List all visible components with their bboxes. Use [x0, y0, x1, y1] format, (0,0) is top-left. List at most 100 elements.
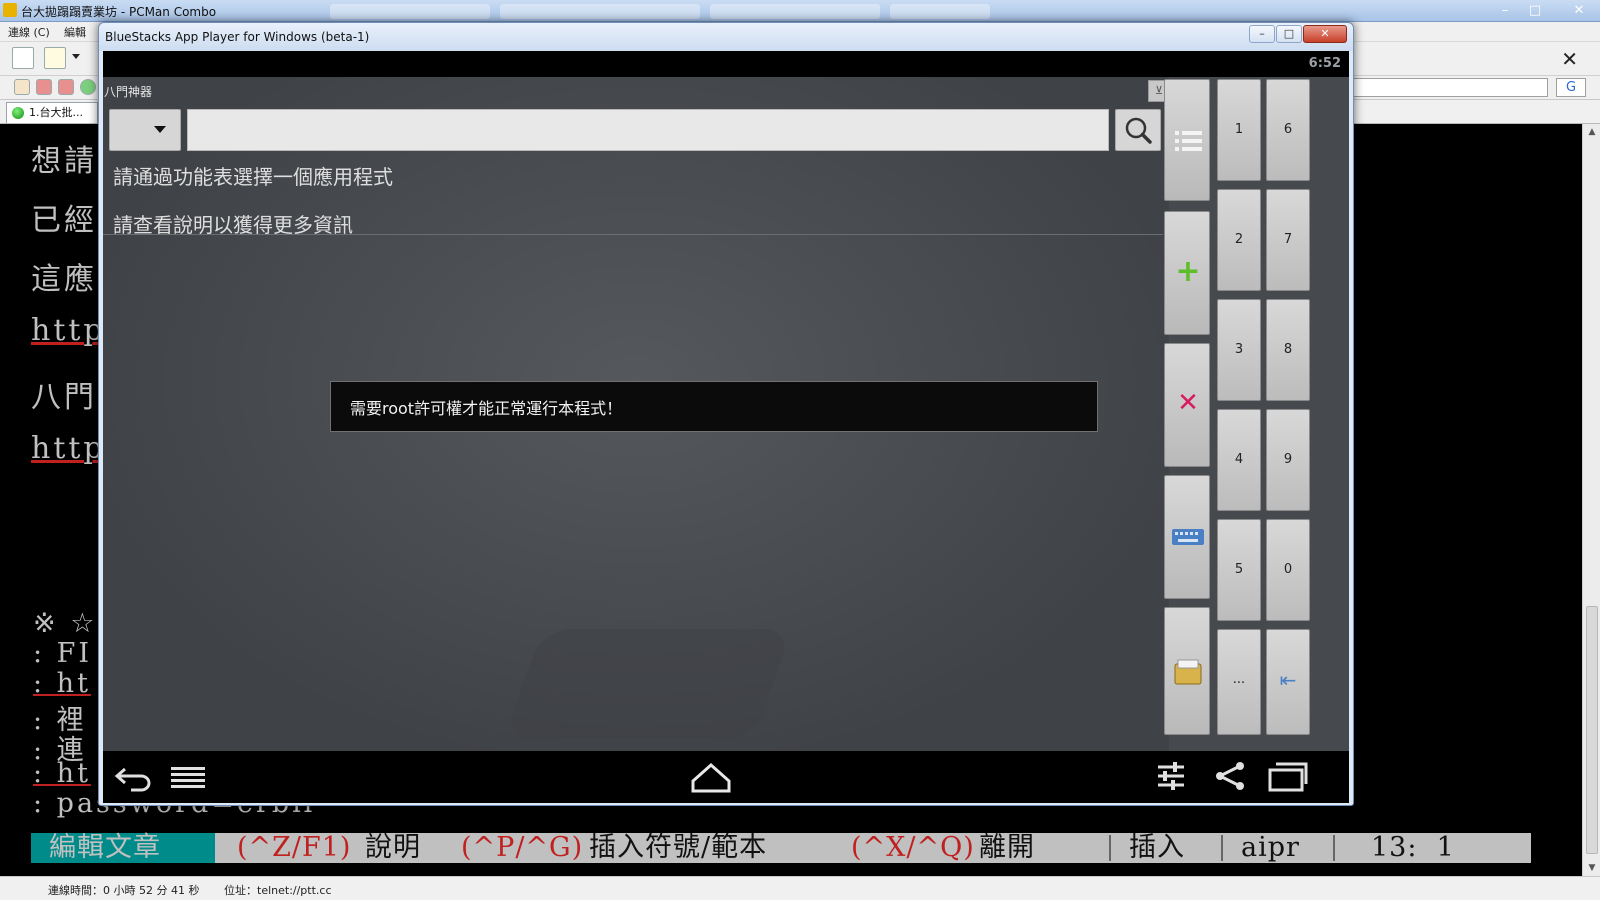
scroll-down-icon[interactable]: ▼ — [1583, 860, 1600, 876]
numpad-key-left-2[interactable]: 3 — [1217, 299, 1261, 401]
terminal-scrollbar[interactable]: ▲ ▼ — [1582, 124, 1600, 876]
pcman-app-icon — [3, 3, 17, 17]
new-connection-icon[interactable] — [44, 47, 66, 69]
numpad-key-right-0[interactable]: 6 — [1266, 79, 1310, 181]
connect-time: 連線時間：0 小時 52 分 41 秒 — [48, 884, 200, 897]
recent-apps-icon[interactable] — [1267, 760, 1309, 792]
numpad-key-left-4[interactable]: 5 — [1217, 519, 1261, 621]
pcman-titlebar: 台大拋蹋蹋賣業坊 - PCMan Combo – □ ✕ — [0, 0, 1600, 22]
scrollbar-thumb[interactable] — [1586, 606, 1598, 854]
chevron-down-icon[interactable] — [72, 54, 80, 59]
numpad-key-left-5[interactable]: ... — [1217, 629, 1261, 735]
back-icon[interactable] — [111, 761, 155, 793]
search-button[interactable] — [1115, 109, 1161, 151]
terminal-line: 想請 — [31, 144, 97, 179]
menu-edit[interactable]: 編輯 — [64, 24, 86, 40]
numpad-key-left-1[interactable]: 2 — [1217, 189, 1261, 291]
list-button[interactable] — [1164, 79, 1210, 201]
toast-message: 需要root許可權才能正常運行本程式！ — [350, 399, 623, 418]
terminal-link[interactable]: http — [31, 431, 106, 466]
tab-label: 1.台大批... — [29, 106, 83, 119]
favorite-icon[interactable] — [58, 79, 74, 95]
input-mode: aipr — [1241, 832, 1300, 863]
connected-icon — [12, 107, 24, 119]
root-required-toast: 需要root許可權才能正常運行本程式！ — [330, 381, 1098, 432]
bluestacks-minimize-button[interactable]: – — [1249, 25, 1275, 43]
android-nav-bar — [103, 751, 1349, 803]
list-icon — [1175, 131, 1202, 151]
status-divider — [1109, 835, 1111, 861]
address-input[interactable] — [1340, 78, 1548, 97]
bluestacks-window: BlueStacks App Player for Windows (beta-… — [98, 22, 1354, 806]
status-divider — [1221, 835, 1223, 861]
bluestacks-titlebar: BlueStacks App Player for Windows (beta-… — [99, 23, 1353, 51]
cursor-position: 13: 1 — [1371, 832, 1455, 863]
type-dropdown[interactable] — [109, 109, 181, 151]
taskbar-ghost-tabs — [330, 2, 990, 20]
numpad-key-right-4[interactable]: 0 — [1266, 519, 1310, 621]
editor-status-line: 編輯文章 (^Z/F1) 說明 (^P/^G) 插入符號/範本 (^X/^Q) … — [31, 833, 1531, 863]
terminal-link[interactable]: http — [31, 313, 106, 348]
connection-address: 位址：telnet://ptt.cc — [224, 884, 332, 897]
hint-select-app: 請通過功能表選擇一個應用程式 — [113, 165, 393, 189]
pcman-status-bar: 連線時間：0 小時 52 分 41 秒 位址：telnet://ptt.cc — [0, 876, 1600, 900]
numpad-key-right-3[interactable]: 9 — [1266, 409, 1310, 511]
dropdown-caret-icon — [154, 126, 166, 133]
status-divider — [1333, 835, 1335, 861]
pcman-minimize-button[interactable]: – — [1492, 2, 1518, 19]
menu-icon[interactable] — [169, 765, 209, 789]
pcman-maximize-button[interactable]: □ — [1522, 2, 1548, 19]
connect-icon[interactable] — [80, 79, 96, 95]
share-icon[interactable] — [1213, 760, 1247, 792]
archive-button[interactable] — [1164, 607, 1210, 735]
numpad-key-left-0[interactable]: 1 — [1217, 79, 1261, 181]
terminal-link[interactable]: : ht — [33, 758, 91, 789]
terminal-link[interactable]: : ht — [33, 668, 91, 699]
clock: 6:52 — [1308, 56, 1341, 71]
help-text: 說明 — [365, 832, 421, 863]
tab-ptt[interactable]: 1.台大批... — [6, 102, 98, 123]
address-book-icon[interactable] — [12, 47, 34, 69]
menu-connect[interactable]: 連線 (C) — [8, 24, 50, 40]
bbs-icon[interactable] — [36, 79, 52, 95]
home-icon[interactable] — [689, 759, 733, 795]
home-icon[interactable] — [14, 79, 30, 95]
divider — [103, 234, 1163, 235]
watermark-logo — [502, 629, 794, 739]
pcman-window-title: 台大拋蹋蹋賣業坊 - PCMan Combo — [21, 5, 217, 19]
bluestacks-maximize-button[interactable]: □ — [1276, 25, 1302, 43]
close-icon: ✕ — [1177, 388, 1199, 418]
help-key: (^Z/F1) — [237, 832, 352, 863]
keyboard-icon — [1172, 529, 1204, 545]
search-engine-button[interactable]: G — [1556, 78, 1586, 97]
insert-text: 插入符號/範本 — [589, 832, 768, 863]
settings-icon[interactable] — [1156, 760, 1186, 792]
add-button[interactable]: + — [1164, 211, 1210, 335]
folder-icon — [1174, 659, 1202, 685]
terminal-line: 已經 — [31, 203, 97, 238]
insert-mode: 插入 — [1129, 832, 1185, 863]
quit-key: (^X/^Q) — [851, 832, 975, 863]
search-input[interactable] — [187, 109, 1109, 151]
numpad-key-right-5[interactable]: ⇤ — [1266, 629, 1310, 735]
insert-key: (^P/^G) — [461, 832, 584, 863]
app-name: 八門神器 — [104, 85, 153, 99]
search-icon — [1125, 117, 1152, 144]
terminal-line: : FI — [33, 638, 93, 669]
numpad-key-right-1[interactable]: 7 — [1266, 189, 1310, 291]
keyboard-button[interactable] — [1164, 475, 1210, 599]
android-status-bar: 6:52 — [103, 51, 1349, 77]
close-tab-icon[interactable]: ✕ — [1561, 47, 1578, 71]
numpad-key-right-2[interactable]: 8 — [1266, 299, 1310, 401]
terminal-line: ※ ☆ — [33, 608, 98, 639]
scroll-up-icon[interactable]: ▲ — [1583, 124, 1600, 140]
bluestacks-close-button[interactable]: ✕ — [1303, 25, 1347, 43]
clear-button[interactable]: ✕ — [1164, 343, 1210, 467]
terminal-line: 這應 — [31, 262, 97, 297]
terminal-line: 八門 — [31, 380, 97, 415]
bluestacks-window-title: BlueStacks App Player for Windows (beta-… — [105, 30, 370, 44]
app-content: 八門神器 ⊻ 請通過功能表選擇一個應用程式 請查看說明以獲得更多資訊 需要roo… — [103, 77, 1170, 751]
plus-icon: + — [1175, 254, 1201, 289]
pcman-close-button[interactable]: ✕ — [1566, 2, 1592, 19]
numpad-key-left-3[interactable]: 4 — [1217, 409, 1261, 511]
